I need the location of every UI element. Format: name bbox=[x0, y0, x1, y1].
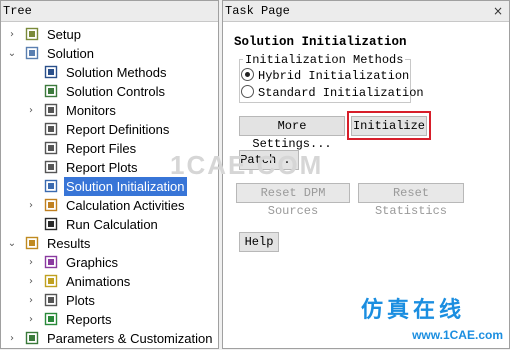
sidebar-item-run-calculation[interactable]: Run Calculation bbox=[44, 215, 160, 234]
run-calculation-icon bbox=[44, 217, 58, 231]
sidebar-item-label: Report Files bbox=[66, 141, 137, 156]
initialization-methods-label: Initialization Methods bbox=[243, 53, 406, 67]
sidebar-item-label: Setup bbox=[47, 27, 81, 42]
sidebar-item-plots[interactable]: › Plots bbox=[29, 291, 97, 310]
close-icon[interactable]: × bbox=[493, 1, 503, 21]
chevron-right-icon[interactable]: › bbox=[7, 25, 17, 44]
sidebar-item-label: Graphics bbox=[66, 255, 119, 270]
monitors-icon bbox=[44, 103, 58, 117]
sidebar-item-reports[interactable]: › Reports bbox=[29, 310, 114, 329]
sidebar-item-report-files[interactable]: Report Files bbox=[44, 139, 138, 158]
sidebar-item-label: Reports bbox=[66, 312, 112, 327]
sidebar-item-graphics[interactable]: › Graphics bbox=[29, 253, 120, 272]
graphics-icon bbox=[44, 255, 58, 269]
chevron-right-icon[interactable]: › bbox=[26, 310, 36, 329]
chevron-right-icon[interactable]: › bbox=[7, 329, 17, 348]
chevron-down-icon[interactable]: ⌄ bbox=[7, 44, 17, 63]
report-definitions-icon bbox=[44, 122, 58, 136]
sidebar-item-label: Plots bbox=[66, 293, 95, 308]
page-title: Solution Initialization bbox=[234, 35, 407, 49]
plots-icon bbox=[44, 293, 58, 307]
sidebar-item-setup[interactable]: › Setup bbox=[10, 25, 83, 44]
solution-icon bbox=[25, 46, 39, 60]
sidebar-item-label: Parameters & Customization bbox=[47, 331, 213, 346]
sidebar-item-solution-methods[interactable]: Solution Methods bbox=[44, 63, 168, 82]
report-plots-icon bbox=[44, 160, 58, 174]
sidebar-item-label: Report Definitions bbox=[66, 122, 170, 137]
chevron-down-icon[interactable]: ⌄ bbox=[7, 234, 17, 253]
sidebar-item-label: Results bbox=[47, 236, 91, 251]
sidebar-item-label: Solution bbox=[47, 46, 94, 61]
sidebar-item-label: Calculation Activities bbox=[66, 198, 185, 213]
sidebar-item-solution-initialization[interactable]: Solution Initialization bbox=[44, 177, 187, 196]
sidebar-item-label: Monitors bbox=[66, 103, 116, 118]
initialization-icon bbox=[44, 179, 58, 193]
animations-icon bbox=[44, 274, 58, 288]
sidebar-item-monitors[interactable]: › Monitors bbox=[29, 101, 118, 120]
sidebar-item-solution[interactable]: ⌄ Solution bbox=[8, 44, 96, 63]
task-page-title: Task Page bbox=[225, 4, 290, 18]
reset-statistics-button[interactable]: Reset Statistics bbox=[358, 183, 464, 218]
sidebar-item-report-definitions[interactable]: Report Definitions bbox=[44, 120, 171, 139]
chevron-right-icon[interactable]: › bbox=[26, 253, 36, 272]
sidebar-item-label: Animations bbox=[66, 274, 131, 289]
more-settings-button[interactable]: More Settings... bbox=[239, 116, 345, 151]
sidebar-item-results[interactable]: ⌄ Results bbox=[8, 234, 92, 253]
watermark-url: www.1CAE.com bbox=[412, 328, 503, 342]
radio-selected-icon[interactable] bbox=[241, 68, 254, 81]
radio-hybrid-initialization[interactable]: Hybrid Initialization bbox=[241, 68, 409, 84]
chevron-right-icon[interactable]: › bbox=[26, 101, 36, 120]
calculation-activities-icon bbox=[44, 198, 58, 212]
sidebar-item-label: Solution Controls bbox=[66, 84, 165, 99]
sidebar-item-solution-controls[interactable]: Solution Controls bbox=[44, 82, 167, 101]
chevron-right-icon[interactable]: › bbox=[26, 272, 36, 291]
reset-dpm-sources-button[interactable]: Reset DPM Sources bbox=[236, 183, 350, 218]
watermark-cn: 仿真在线 bbox=[360, 297, 465, 322]
initialize-highlight-box bbox=[347, 111, 431, 140]
sidebar-item-label: Report Plots bbox=[66, 160, 138, 175]
radio-hybrid-label: Hybrid Initialization bbox=[258, 69, 410, 83]
sidebar-item-label: Solution Methods bbox=[66, 65, 167, 80]
tree-header: Tree bbox=[1, 1, 218, 22]
report-files-icon bbox=[44, 141, 58, 155]
watermark-center: 1CAE.COM bbox=[170, 150, 324, 180]
radio-unselected-icon[interactable] bbox=[241, 85, 254, 98]
help-button[interactable]: Help bbox=[239, 232, 279, 252]
sidebar-item-calculation-activities[interactable]: › Calculation Activities bbox=[29, 196, 187, 215]
setup-icon bbox=[25, 27, 39, 41]
sidebar-item-label: Run Calculation bbox=[66, 217, 158, 232]
chevron-right-icon[interactable]: › bbox=[26, 291, 36, 310]
controls-icon bbox=[44, 84, 58, 98]
sidebar-item-report-plots[interactable]: Report Plots bbox=[44, 158, 140, 177]
results-icon bbox=[25, 236, 39, 250]
parameters-icon bbox=[25, 331, 39, 345]
sidebar-item-animations[interactable]: › Animations bbox=[29, 272, 132, 291]
methods-icon bbox=[44, 65, 58, 79]
sidebar-item-label: Solution Initialization bbox=[64, 177, 187, 196]
radio-standard-label: Standard Initialization bbox=[258, 86, 424, 100]
radio-standard-initialization[interactable]: Standard Initialization bbox=[241, 85, 424, 101]
task-page-header: Task Page × bbox=[223, 1, 509, 22]
chevron-right-icon[interactable]: › bbox=[26, 196, 36, 215]
sidebar-item-parameters-customization[interactable]: › Parameters & Customization bbox=[10, 329, 214, 348]
reports-icon bbox=[44, 312, 58, 326]
